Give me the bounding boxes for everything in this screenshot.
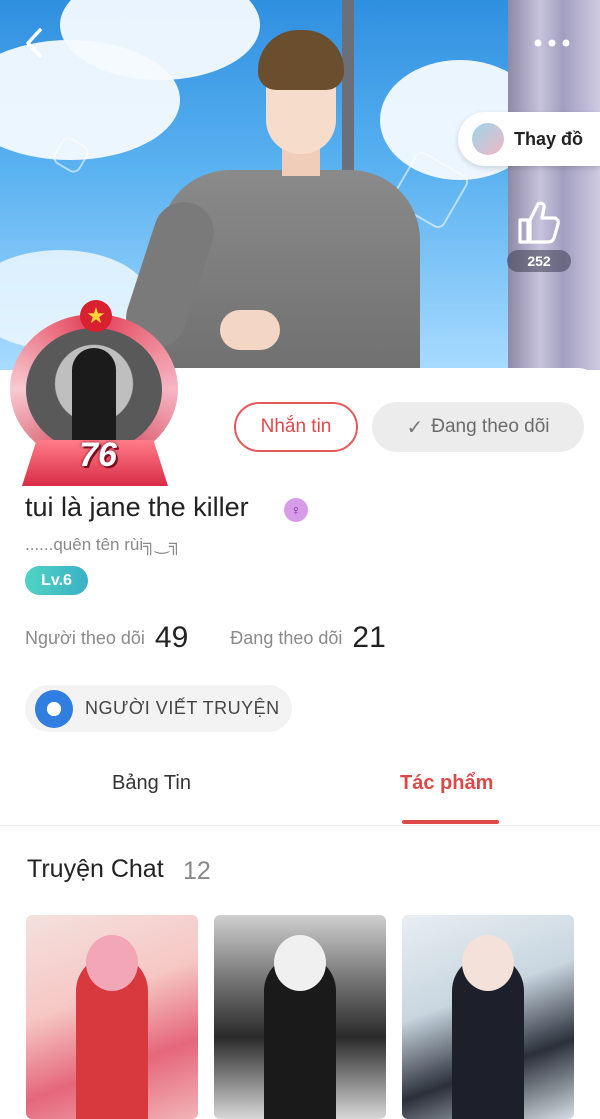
- story-card[interactable]: [26, 915, 198, 1119]
- active-tab-indicator: [402, 820, 499, 824]
- female-icon: ♀: [284, 498, 308, 522]
- star-icon: ★: [80, 300, 112, 332]
- stats-row: Người theo dõi 49 Đang theo dõi 21: [25, 618, 386, 658]
- thumbs-up-icon[interactable]: [514, 198, 562, 246]
- back-button[interactable]: [22, 26, 52, 60]
- change-outfit-label: Thay đồ: [514, 128, 584, 149]
- followers-label[interactable]: Người theo dõi: [25, 628, 145, 649]
- following-button-label: Đang theo dõi: [431, 416, 550, 437]
- like-count: 252: [507, 250, 571, 272]
- more-dots-icon: [534, 39, 570, 47]
- followers-count[interactable]: 49: [155, 621, 188, 655]
- section-count: 12: [183, 857, 211, 885]
- tab-feed[interactable]: Bảng Tin: [112, 772, 191, 795]
- change-outfit-button[interactable]: Thay đồ: [458, 112, 600, 166]
- story-card[interactable]: [214, 915, 386, 1119]
- message-button[interactable]: Nhắn tin: [234, 402, 358, 452]
- story-card[interactable]: [402, 915, 574, 1119]
- writer-badge[interactable]: ✒ NGƯỜI VIẾT TRUYỆN: [25, 685, 292, 732]
- outfit-avatar-icon: [472, 123, 504, 155]
- following-button[interactable]: ✓ Đang theo dõi: [372, 402, 584, 452]
- bio: ......quên tên rùi╗‿╗: [25, 535, 181, 554]
- username: tui là jane the killer: [25, 492, 249, 522]
- divider: [0, 825, 600, 826]
- level-badge: Lv.6: [25, 566, 88, 595]
- writer-badge-label: NGƯỜI VIẾT TRUYỆN: [85, 698, 280, 718]
- avatar[interactable]: ★ 76: [4, 300, 184, 490]
- pen-nib-icon: ✒: [35, 689, 73, 728]
- frame-level-number: 76: [79, 436, 117, 474]
- following-label[interactable]: Đang theo dõi: [230, 628, 342, 649]
- avatar-image: [26, 328, 162, 452]
- following-count[interactable]: 21: [352, 621, 385, 655]
- section-title: Truyện Chat: [27, 855, 164, 883]
- checkmark-icon: ✓: [406, 416, 424, 439]
- more-button[interactable]: [532, 30, 572, 56]
- tab-works[interactable]: Tác phẩm: [400, 772, 493, 795]
- chevron-left-icon: [26, 28, 42, 58]
